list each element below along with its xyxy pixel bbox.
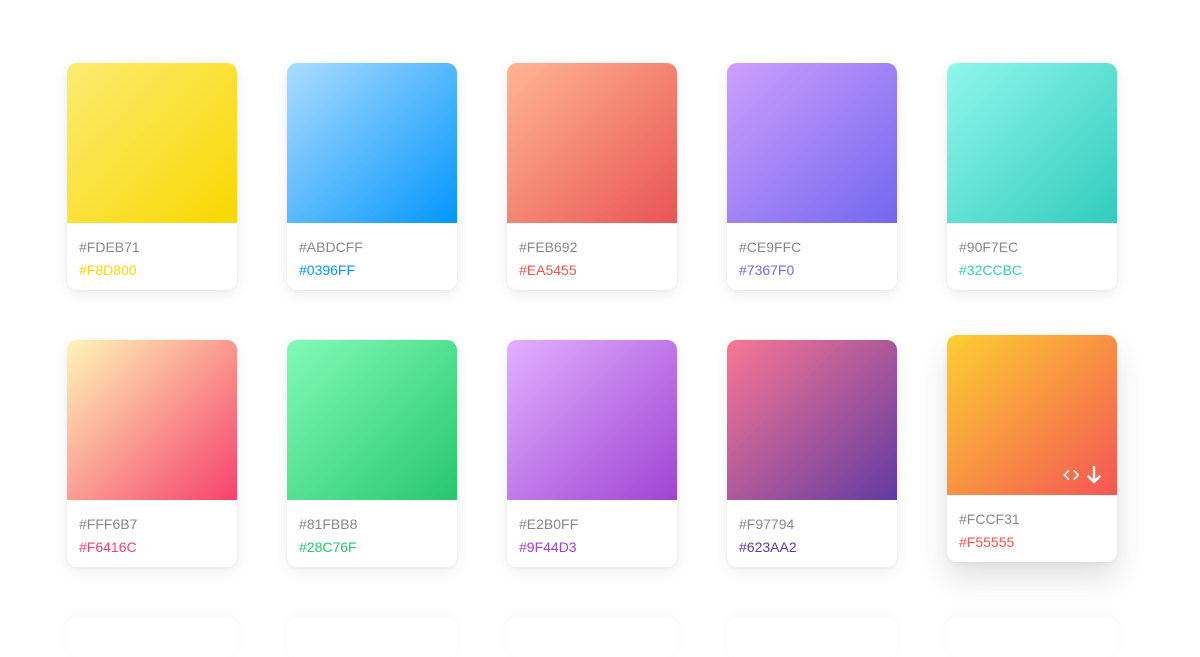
start-color-code: #FDEB71 [79,239,140,255]
gradient-swatch[interactable] [947,63,1117,223]
gradient-swatch[interactable] [507,340,677,500]
next-row-cards [67,617,1117,657]
end-color-code: #F6416C [79,539,137,555]
gradient-card-partial[interactable] [727,617,897,657]
gradient-swatch[interactable] [727,340,897,500]
download-icon[interactable] [1085,464,1103,486]
start-color-code: #FCCF31 [959,511,1020,527]
start-color-code: #CE9FFC [739,239,802,255]
gradient-swatch[interactable] [67,63,237,223]
color-codes: #CE9FFC #7367F0 [727,223,897,282]
palette-grid: #FDEB71 #F8D800 #ABDCFF #0396FF #FEB692 … [67,63,1117,567]
end-color-code: #EA5455 [519,262,577,278]
gradient-card[interactable]: #FFF6B7 #F6416C [67,340,237,567]
color-codes: #F97794 #623AA2 [727,500,897,559]
gradient-swatch[interactable] [287,340,457,500]
end-color-code: #F55555 [959,534,1015,550]
color-codes: #E2B0FF #9F44D3 [507,500,677,559]
end-color-code: #9F44D3 [519,539,577,555]
gradient-card[interactable]: #FEB692 #EA5455 [507,63,677,290]
color-codes: #ABDCFF #0396FF [287,223,457,282]
gradient-swatch[interactable] [287,63,457,223]
gradient-card-partial[interactable] [287,617,457,657]
gradient-card[interactable]: #ABDCFF #0396FF [287,63,457,290]
end-color-code: #F8D800 [79,262,137,278]
color-codes: #90F7EC #32CCBC [947,223,1117,282]
gradient-swatch[interactable] [727,63,897,223]
start-color-code: #90F7EC [959,239,1019,255]
start-color-code: #E2B0FF [519,516,579,532]
gradient-card-partial[interactable] [947,617,1117,657]
start-color-code: #FEB692 [519,239,578,255]
color-codes: #81FBB8 #28C76F [287,500,457,559]
gradient-card-partial[interactable] [67,617,237,657]
card-actions [1063,464,1103,486]
gradient-card[interactable]: #F97794 #623AA2 [727,340,897,567]
gradient-card-hovered[interactable]: #FCCF31 #F55555 [947,335,1117,562]
end-color-code: #28C76F [299,539,357,555]
end-color-code: #7367F0 [739,262,795,278]
gradient-swatch[interactable] [507,63,677,223]
gradient-card[interactable]: #CE9FFC #7367F0 [727,63,897,290]
gradient-swatch[interactable] [947,335,1117,495]
color-codes: #FFF6B7 #F6416C [67,500,237,559]
color-codes: #FEB692 #EA5455 [507,223,677,282]
gradient-card[interactable]: #E2B0FF #9F44D3 [507,340,677,567]
start-color-code: #81FBB8 [299,516,358,532]
gradient-swatch[interactable] [67,340,237,500]
code-icon[interactable] [1063,464,1081,486]
start-color-code: #F97794 [739,516,795,532]
start-color-code: #FFF6B7 [79,516,138,532]
gradient-card[interactable]: #81FBB8 #28C76F [287,340,457,567]
end-color-code: #32CCBC [959,262,1023,278]
color-codes: #FDEB71 #F8D800 [67,223,237,282]
end-color-code: #0396FF [299,262,356,278]
gradient-card[interactable]: #FDEB71 #F8D800 [67,63,237,290]
gradient-card-partial[interactable] [507,617,677,657]
color-codes: #FCCF31 #F55555 [947,495,1117,554]
start-color-code: #ABDCFF [299,239,363,255]
gradient-card[interactable]: #90F7EC #32CCBC [947,63,1117,290]
end-color-code: #623AA2 [739,539,797,555]
